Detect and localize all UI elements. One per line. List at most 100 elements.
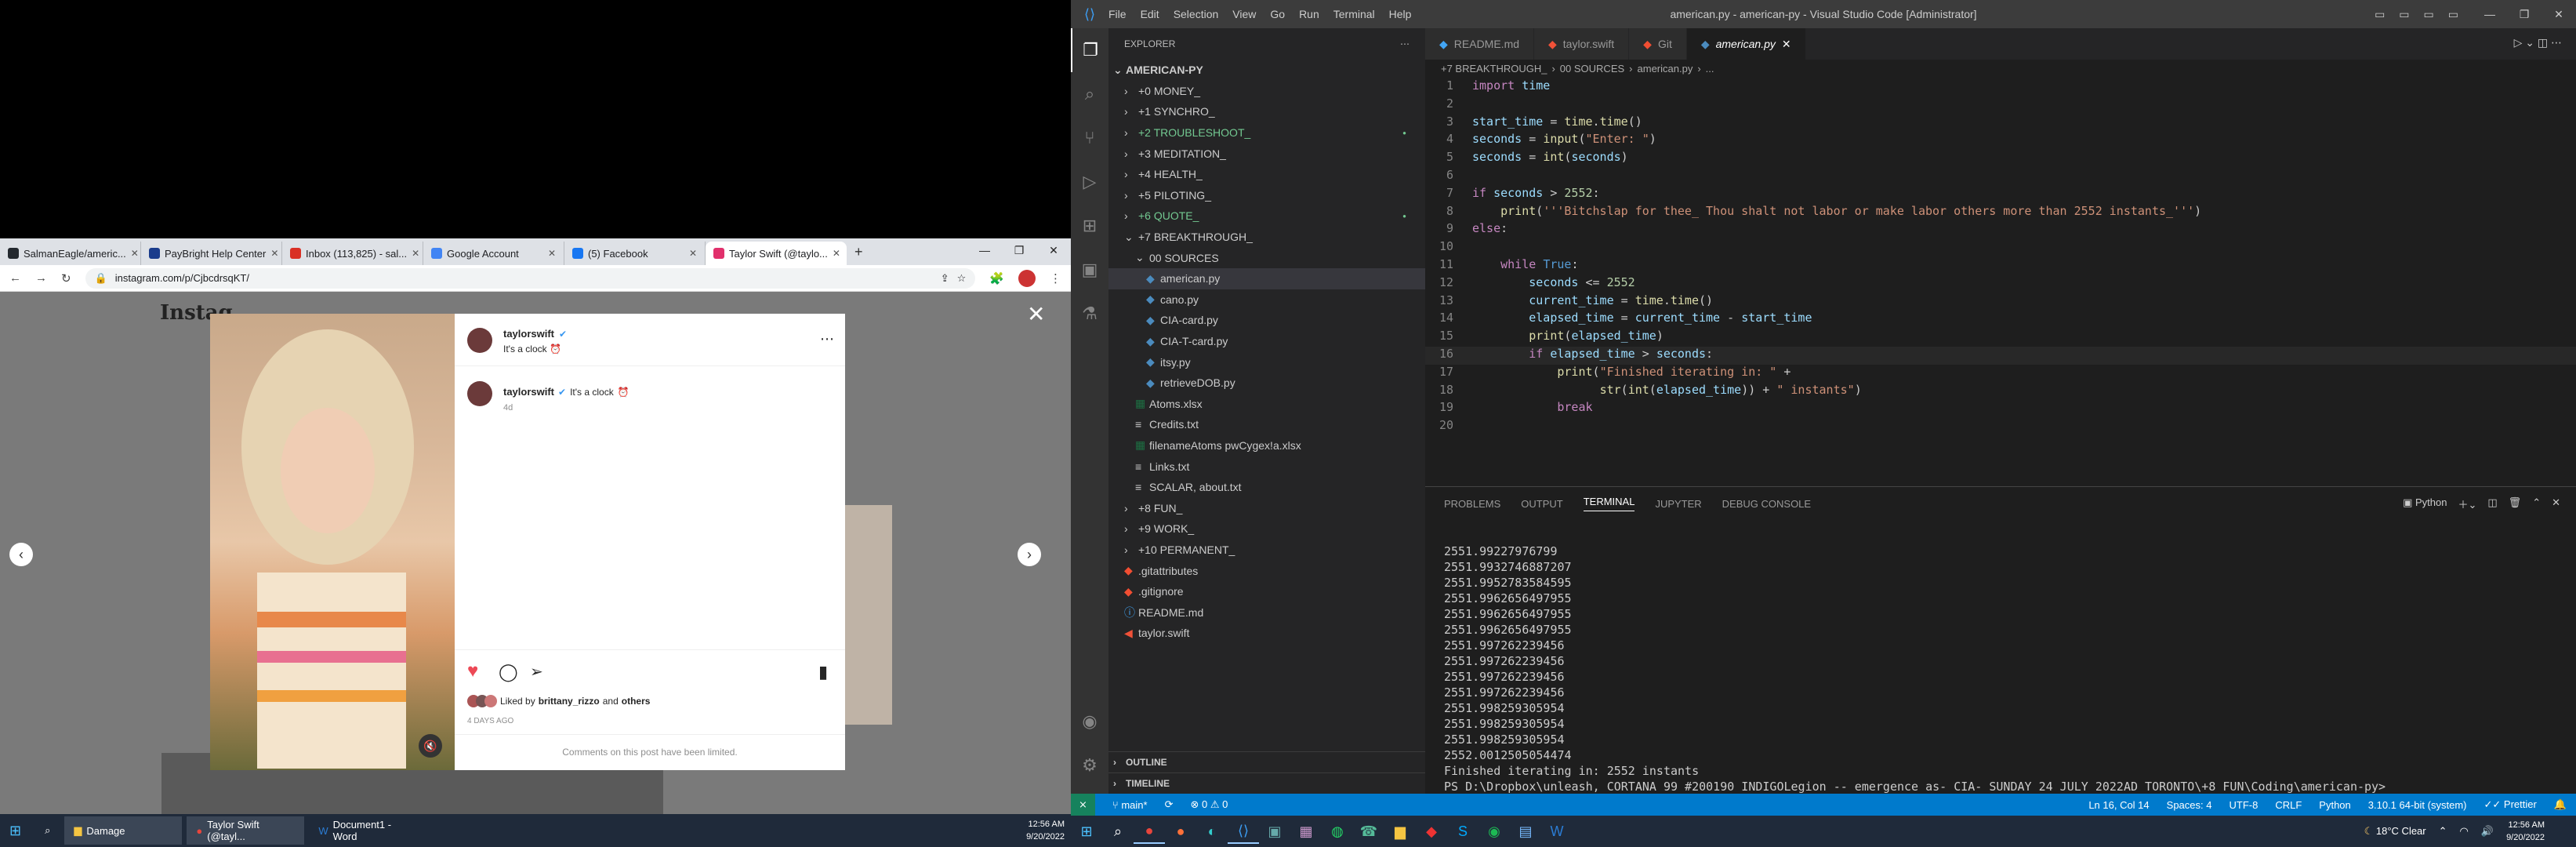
editor-tab[interactable]: ◆ taylor.swift [1534, 28, 1630, 60]
maximize-panel-icon[interactable]: ⌃ [2532, 496, 2541, 511]
folder-icon[interactable]: ▆ [1384, 819, 1416, 844]
tree-item[interactable]: ◆ retrieveDOB.py [1108, 373, 1425, 394]
post-image[interactable]: 🔇 [210, 314, 455, 770]
phone-icon[interactable]: ☎ [1353, 819, 1384, 844]
editor-tab[interactable]: ◆ american.py ✕ [1686, 28, 1806, 60]
indentation[interactable]: Spaces: 4 [2167, 799, 2212, 811]
heart-icon[interactable]: ♥ [467, 660, 478, 682]
workspace-root[interactable]: ⌄ AMERICAN-PY [1108, 60, 1425, 81]
panel-tab[interactable]: PROBLEMS [1444, 498, 1500, 510]
avatar[interactable] [467, 328, 492, 353]
previous-post-button[interactable]: ‹ [9, 543, 33, 566]
panel-tab[interactable]: DEBUG CONSOLE [1722, 498, 1811, 510]
liked-by-others[interactable]: others [622, 696, 651, 707]
url-bar[interactable]: 🔒 instagram.com/p/CjbcdrsqKT/ ⇪ ☆ [85, 267, 976, 289]
menu-item[interactable]: Help [1389, 8, 1412, 20]
taskbar-item-damage[interactable]: ▆ Damage [64, 816, 183, 845]
liked-by-user[interactable]: brittany_rizzo [539, 696, 600, 707]
tree-item[interactable]: › +3 MEDITATION_ [1108, 143, 1425, 164]
cursor-position[interactable]: Ln 16, Col 14 [2088, 799, 2149, 811]
extension-icon[interactable]: 🧩 [989, 271, 1004, 285]
mute-icon[interactable]: 🔇 [419, 734, 442, 758]
eol[interactable]: CRLF [2275, 799, 2302, 811]
menu-item[interactable]: View [1232, 8, 1256, 20]
problems-status[interactable]: ⊗ 0 ⚠ 0 [1191, 798, 1228, 811]
browser-tab[interactable]: Taylor Swift (@taylo... ✕ [706, 242, 847, 265]
close-tab-icon[interactable]: ✕ [548, 248, 556, 259]
sync-icon[interactable]: ⟳ [1165, 798, 1174, 811]
tree-item[interactable]: ≡ SCALAR, about.txt [1108, 477, 1425, 498]
tree-item[interactable]: › +4 HEALTH_ [1108, 164, 1425, 185]
volume-icon[interactable]: 🔊 [2481, 825, 2494, 838]
close-tab-icon[interactable]: ✕ [412, 248, 419, 259]
profile-avatar[interactable] [1018, 269, 1036, 287]
branch-status[interactable]: ⑂ main* [1112, 799, 1148, 811]
tree-item[interactable]: › +10 PERMANENT_ [1108, 540, 1425, 561]
menu-item[interactable]: Edit [1141, 8, 1159, 20]
close-tab-icon[interactable]: ✕ [1782, 38, 1791, 51]
account-icon[interactable]: ◉ [1071, 700, 1108, 743]
source-control-icon[interactable]: ⑂ [1071, 116, 1108, 160]
outline-section[interactable]: › OUTLINE [1108, 751, 1425, 772]
tray-arrow-icon[interactable]: ⌃ [2439, 825, 2447, 838]
tree-item[interactable]: › +2 TROUBLESHOOT_ ● [1108, 122, 1425, 144]
timeline-section[interactable]: › TIMELINE [1108, 772, 1425, 794]
notifications-icon[interactable]: 🔔 [2554, 798, 2567, 811]
tree-item[interactable]: ◆ itsy.py [1108, 351, 1425, 373]
close-tab-icon[interactable]: ✕ [833, 248, 840, 259]
menu-kebab-icon[interactable]: ⋮ [1050, 271, 1061, 285]
tree-item[interactable]: › +9 WORK_ [1108, 518, 1425, 540]
browser-tab[interactable]: Inbox (113,825) - sal... ✕ [282, 242, 423, 265]
forward-icon[interactable]: → [35, 271, 47, 285]
run-debug-icon[interactable]: ▷ [1071, 160, 1108, 204]
app-icon[interactable]: ▣ [1259, 819, 1290, 844]
code-view[interactable]: 1 import time 2 3 start_time = time.time() 4 s… [1425, 77, 2576, 436]
tree-item[interactable]: ◆ cano.py [1108, 289, 1425, 311]
whatsapp-icon[interactable]: ◍ [1322, 819, 1353, 844]
tree-item[interactable]: ⌄ +7 BREAKTHROUGH_ [1108, 227, 1425, 248]
menu-item[interactable]: Run [1299, 8, 1319, 20]
tree-item[interactable]: ◆ .gitignore [1108, 581, 1425, 602]
terminal-output[interactable]: 2551.99227976799 2551.9932746887207 2551.9… [1425, 520, 2576, 794]
calculator-icon[interactable]: ▤ [1510, 819, 1541, 844]
terminal-shell-select[interactable]: ▣ Python [2403, 496, 2447, 511]
editor-tab[interactable]: ◆ README.md [1425, 28, 1535, 60]
minimize-button[interactable]: — [967, 238, 1002, 262]
new-tab-button[interactable]: + [847, 244, 871, 265]
menu-item[interactable]: File [1108, 8, 1127, 20]
comment-icon[interactable]: ◯ [499, 662, 518, 682]
spotify-icon[interactable]: ◉ [1478, 819, 1510, 844]
trash-icon[interactable]: 🗑 [2509, 496, 2522, 511]
next-post-button[interactable]: › [1018, 543, 1041, 566]
search-icon[interactable]: ⌕ [1102, 819, 1134, 844]
star-icon[interactable]: ☆ [957, 272, 967, 285]
taskbar-item-word[interactable]: W Document1 - Word [309, 816, 426, 845]
close-panel-icon[interactable]: ✕ [2552, 496, 2560, 511]
taskbar-item-chrome[interactable]: ● Taylor Swift (@tayl... [187, 816, 305, 845]
tree-item[interactable]: ⌄ 00 SOURCES [1108, 247, 1425, 268]
minimize-button[interactable]: — [2473, 8, 2507, 20]
tree-item[interactable]: ◆ .gitattributes [1108, 560, 1425, 581]
browser-tab[interactable]: (5) Facebook ✕ [564, 242, 706, 265]
browser-tab[interactable]: PayBright Help Center ✕ [141, 242, 282, 265]
breadcrumb-item[interactable]: american.py [1638, 63, 1693, 75]
remote-icon[interactable]: ⨯ [1071, 794, 1095, 816]
remote-explorer-icon[interactable]: ▣ [1071, 248, 1108, 292]
comment-author[interactable]: taylorswift [503, 386, 554, 398]
run-python-icon[interactable]: ▷ ⌄ ◫ ⋯ [2500, 28, 2576, 60]
close-tab-icon[interactable]: ✕ [270, 248, 278, 259]
browser-tab[interactable]: Google Account ✕ [423, 242, 564, 265]
tree-item[interactable]: › +0 MONEY_ [1108, 81, 1425, 102]
split-terminal-icon[interactable]: ◫ [2487, 496, 2497, 511]
testing-icon[interactable]: ⚗ [1071, 292, 1108, 336]
skype-icon[interactable]: S [1447, 819, 1478, 844]
firefox-icon[interactable]: ● [1165, 819, 1196, 844]
editor-tab[interactable]: ◆ Git [1629, 28, 1687, 60]
restore-button[interactable]: ❐ [2507, 8, 2542, 21]
interpreter[interactable]: 3.10.1 64-bit (system) [2368, 799, 2467, 811]
restore-button[interactable]: ❐ [1002, 238, 1036, 262]
tree-item[interactable]: ⓘ README.md [1108, 602, 1425, 623]
breadcrumb-item[interactable]: ... [1706, 63, 1714, 75]
tree-item[interactable]: › +8 FUN_ [1108, 497, 1425, 518]
breadcrumb-item[interactable]: 00 SOURCES [1560, 63, 1624, 75]
